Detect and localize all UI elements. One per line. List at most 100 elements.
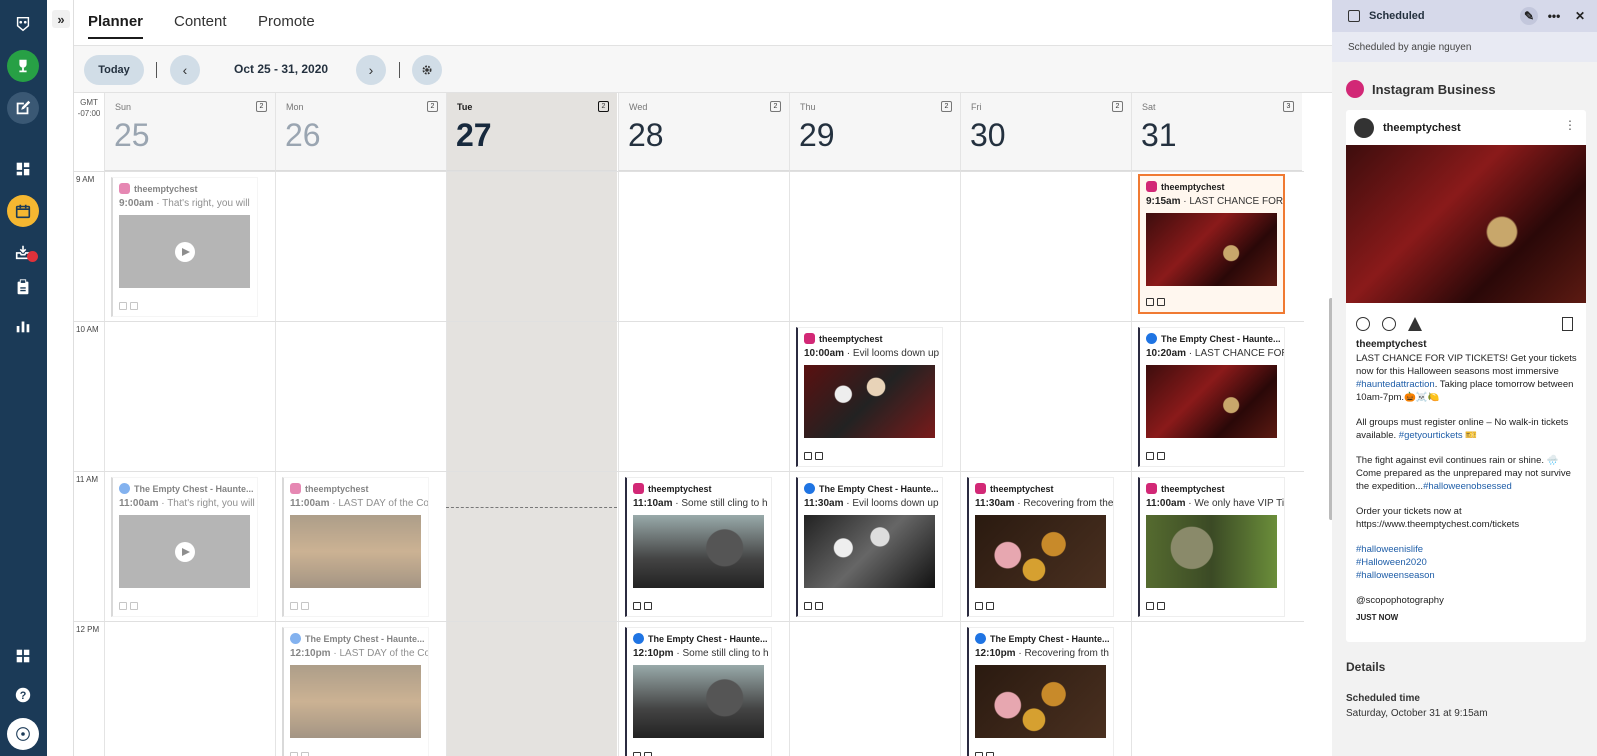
day-header[interactable]: Tue 27 2 [446, 93, 617, 171]
post-account: theemptychest [648, 483, 712, 494]
day-column[interactable] [446, 171, 617, 756]
account-avatar [1354, 118, 1374, 138]
post-count-badge: 2 [770, 101, 781, 112]
post-account: The Empty Chest - Haunte... [1161, 333, 1281, 344]
post-count-badge: 2 [256, 101, 267, 112]
post-thumbnail [1146, 365, 1277, 438]
day-header[interactable]: Thu 29 2 [789, 93, 960, 171]
apps-icon[interactable] [7, 640, 39, 672]
hashtag-link[interactable]: #halloweenobsessed [1423, 481, 1512, 492]
tab-promote[interactable]: Promote [258, 13, 315, 30]
post-snippet: · LAST CHANCE FOR VIP [1188, 348, 1284, 359]
image-icon [1157, 298, 1165, 306]
post-snippet: · Recovering from th [1015, 648, 1109, 659]
day-name: Thu [800, 102, 816, 112]
hour-gridline [74, 321, 1304, 322]
assignments-icon[interactable] [7, 271, 39, 303]
image-icon [644, 602, 652, 610]
vertical-ellipsis-icon[interactable]: ⋮ [1564, 118, 1576, 132]
post-thumbnail [804, 515, 935, 588]
close-button[interactable]: ✕ [1571, 7, 1589, 25]
day-header[interactable]: Sat 31 3 [1131, 93, 1302, 171]
post-caption: theemptychest LAST CHANCE FOR VIP TICKET… [1356, 338, 1581, 624]
chevron-right-icon: › [368, 62, 374, 78]
planner-icon[interactable] [7, 195, 39, 227]
post-time: 12:10pm [633, 648, 674, 659]
hashtag-link[interactable]: #hauntedattraction [1356, 379, 1435, 390]
dashboard-icon[interactable] [7, 153, 39, 185]
post-time: 11:00am [290, 498, 330, 509]
image-icon [815, 602, 823, 610]
profile-avatar[interactable] [7, 718, 39, 750]
owl-logo-icon[interactable] [7, 8, 39, 40]
expand-chevron-icon[interactable]: » [52, 10, 70, 28]
today-button[interactable]: Today [84, 55, 144, 85]
day-header[interactable]: Wed 28 2 [618, 93, 789, 171]
tab-content[interactable]: Content [174, 13, 227, 30]
comment-icon [1382, 317, 1396, 331]
scheduled-post-card[interactable]: The Empty Chest - Haunte... 12:10pm · Rec… [967, 627, 1114, 756]
week-calendar: GMT -07:00 Sun 25 2 Mon 26 2 Tue 27 2 Wed 28 2 Thu 29… [74, 93, 1332, 756]
post-thumbnail [975, 515, 1106, 588]
post-count-badge: 2 [598, 101, 609, 112]
post-account: theemptychest [990, 483, 1054, 494]
day-header[interactable]: Fri 30 2 [960, 93, 1131, 171]
caption-url: https://www.theemptychest.com/tickets [1356, 519, 1520, 530]
hashtag-link[interactable]: #halloweenislife [1356, 543, 1581, 556]
post-snippet: · Evil looms down up [844, 348, 940, 359]
instagram-icon [975, 483, 986, 494]
post-account: theemptychest [1161, 483, 1225, 494]
scheduled-by: Scheduled by angie nguyen [1332, 32, 1597, 62]
details-heading: Details [1346, 660, 1386, 674]
analytics-icon[interactable] [7, 310, 39, 342]
image-icon [986, 752, 994, 756]
scheduled-post-card[interactable]: theemptychest 9:15am · LAST CHANCE FOR VI… [1138, 174, 1285, 314]
compose-icon[interactable] [7, 92, 39, 124]
side-collapse-strip: » [47, 0, 74, 756]
facebook-icon [1146, 333, 1157, 344]
more-options-button[interactable]: ••• [1545, 7, 1563, 25]
day-name: Fri [971, 102, 982, 112]
scheduled-post-card[interactable]: theemptychest 9:00am · That's right, you … [111, 177, 258, 317]
trophy-icon[interactable] [7, 50, 39, 82]
scheduled-post-card[interactable]: theemptychest 11:00am · We only have VIP … [1138, 477, 1285, 617]
image-icon [130, 602, 138, 610]
scheduled-post-card[interactable]: The Empty Chest - Haunte... 11:30am · Evi… [796, 477, 943, 617]
post-thumbnail [804, 365, 935, 438]
instagram-icon [119, 183, 130, 194]
day-number: 25 [114, 117, 150, 153]
scheduled-post-card[interactable]: theemptychest 11:00am · LAST DAY of the C… [282, 477, 429, 617]
caption-text: LAST CHANCE FOR VIP TICKETS! Get your ti… [1356, 353, 1577, 377]
post-time: 11:10am [633, 498, 673, 509]
post-thumbnail [1146, 515, 1277, 588]
calendar-icon [1348, 10, 1360, 22]
help-icon[interactable]: ? [7, 679, 39, 711]
hashtag-link[interactable]: #getyourtickets [1399, 430, 1463, 441]
day-name: Sat [1142, 102, 1156, 112]
day-header[interactable]: Sun 25 2 [104, 93, 275, 171]
calendar-icon [633, 602, 641, 610]
calendar-icon [119, 602, 127, 610]
scheduled-post-card[interactable]: theemptychest 11:10am · Some still cling … [625, 477, 772, 617]
tab-planner[interactable]: Planner [88, 13, 144, 39]
instagram-post-preview: theemptychest ⋮ theemptychest LAST CHANC… [1346, 110, 1586, 642]
post-time: 12:10pm [975, 648, 1016, 659]
hashtag-link[interactable]: #Halloween2020 [1356, 556, 1581, 569]
day-header[interactable]: Mon 26 2 [275, 93, 446, 171]
scheduled-post-card[interactable]: The Empty Chest - Haunte... 11:00am · Tha… [111, 477, 258, 617]
edit-button[interactable]: ✎ [1520, 7, 1538, 25]
hashtag-link[interactable]: #halloweenseason [1356, 569, 1581, 582]
scheduled-post-card[interactable]: The Empty Chest - Haunte... 10:20am · LAS… [1138, 327, 1285, 467]
scheduled-post-card[interactable]: theemptychest 10:00am · Evil looms down u… [796, 327, 943, 467]
scheduled-post-card[interactable]: theemptychest 11:30am · Recovering from t… [967, 477, 1114, 617]
post-account: theemptychest [1161, 181, 1225, 192]
next-week-button[interactable]: › [356, 55, 386, 85]
settings-button[interactable] [412, 55, 442, 85]
timezone-label: GMT -07:00 [77, 98, 101, 118]
day-number: 28 [628, 117, 664, 153]
close-icon: ✕ [1574, 9, 1586, 23]
post-snippet: · Evil looms down up [843, 498, 939, 509]
prev-week-button[interactable]: ‹ [170, 55, 200, 85]
scheduled-post-card[interactable]: The Empty Chest - Haunte... 12:10pm · Som… [625, 627, 772, 756]
scheduled-post-card[interactable]: The Empty Chest - Haunte... 12:10pm · LAS… [282, 627, 429, 756]
